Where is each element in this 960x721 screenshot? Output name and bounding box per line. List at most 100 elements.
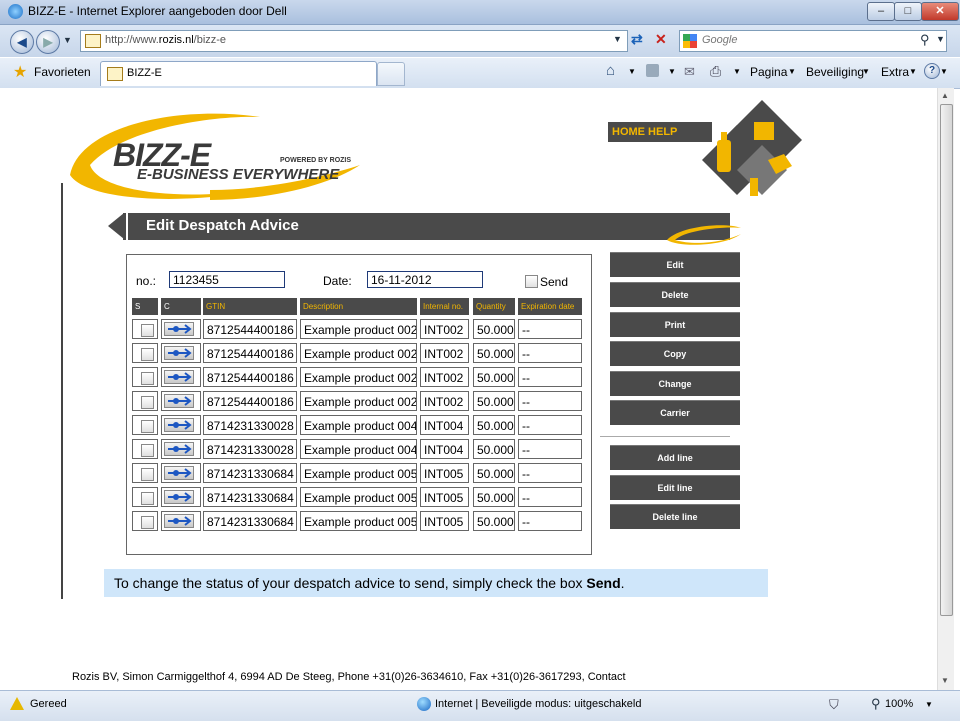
delete-button[interactable]: Delete [610,282,740,307]
header-arrow-spacer [123,213,126,240]
new-tab-button[interactable] [377,62,405,86]
extra-menu[interactable]: Extra [881,65,909,79]
row-select-checkbox[interactable] [141,372,154,385]
scroll-up-icon[interactable]: ▲ [941,91,949,100]
search-placeholder: Google [702,34,738,46]
back-button[interactable]: ◀ [10,30,34,54]
copy-button[interactable]: Copy [610,341,740,366]
search-icon[interactable]: ⚲ [920,32,930,48]
col-header-internal-no: Internal no. [420,298,469,315]
safety-menu[interactable]: Beveiliging [806,65,864,79]
row-select-checkbox[interactable] [141,516,154,529]
date-label: Date: [323,274,352,288]
send-checkbox[interactable] [525,275,538,288]
gtin-cell: 8714231330684 [203,487,297,507]
help-dropdown-icon[interactable]: ▼ [940,67,948,76]
maximize-button[interactable]: □ [894,2,922,21]
expiration-date-cell: -- [518,439,582,459]
ie-icon [8,4,23,19]
home-dropdown-icon[interactable]: ▼ [628,67,636,76]
quantity-cell: 50.000 [473,319,515,339]
arrow-icon [168,372,192,382]
quantity-cell: 50.000 [473,391,515,411]
window-title: BIZZ-E - Internet Explorer aangeboden do… [28,4,287,18]
zoom-dropdown-icon[interactable]: ▼ [925,700,933,709]
row-select-checkbox[interactable] [141,348,154,361]
internal-no-cell: INT005 [420,511,469,531]
google-icon [683,34,697,48]
row-select-checkbox[interactable] [141,468,154,481]
extra-dropdown-icon: ▼ [909,67,917,76]
row-arrow-button[interactable] [164,394,194,408]
edit-button[interactable]: Edit [610,252,740,277]
quantity-cell: 50.000 [473,439,515,459]
vertical-scrollbar[interactable]: ▲ ▼ [937,88,954,690]
row-select-checkbox[interactable] [141,444,154,457]
row-arrow-button[interactable] [164,514,194,528]
gtin-cell: 8712544400186 [203,367,297,387]
copy-cell [161,415,201,435]
row-select-checkbox[interactable] [141,324,154,337]
row-select-checkbox[interactable] [141,492,154,505]
date-input[interactable]: 16-11-2012 [367,271,483,288]
row-arrow-button[interactable] [164,442,194,456]
row-arrow-button[interactable] [164,370,194,384]
row-arrow-button[interactable] [164,346,194,360]
zoom-icon[interactable]: ⚲ [871,696,881,712]
feeds-dropdown-icon[interactable]: ▼ [668,67,676,76]
page-menu[interactable]: Pagina [750,65,787,79]
info-end: . [620,575,625,591]
favorites-star-icon: ★ [13,64,28,81]
search-dropdown-icon[interactable]: ▼ [936,34,945,44]
change-button[interactable]: Change [610,371,740,396]
refresh-icon[interactable]: ⇄ [631,31,643,48]
tab-page-icon [107,67,123,81]
logo-tagline: E-BUSINESS EVERYWHERE [137,166,340,183]
arrow-icon [168,324,192,334]
scroll-thumb[interactable] [940,104,953,616]
address-bar[interactable]: http://www.rozis.nl/bizz-e ▼ [80,30,628,52]
page-title: Edit Despatch Advice [146,217,299,234]
gtin-cell: 8712544400186 [203,343,297,363]
mail-icon[interactable]: ✉ [684,64,695,80]
search-box[interactable]: Google ⚲ ▼ [679,30,947,52]
history-dropdown-icon[interactable]: ▼ [63,35,72,45]
feeds-icon[interactable] [646,64,659,77]
info-message: To change the status of your despatch ad… [104,569,768,597]
print-dropdown-icon[interactable]: ▼ [733,67,741,76]
print-icon[interactable]: ⎙ [710,63,721,80]
description-cell: Example product 002 [300,343,417,363]
help-icon[interactable]: ? [924,63,940,79]
zoom-level[interactable]: 100% [885,698,913,710]
expiration-date-cell: -- [518,367,582,387]
close-button[interactable]: ✕ [921,2,959,21]
minimize-button[interactable]: – [867,2,895,21]
col-header-description: Description [300,298,417,315]
url-domain: rozis.nl [158,34,194,46]
description-cell: Example product 005 [300,511,417,531]
favorites-button[interactable]: Favorieten [34,65,91,79]
address-dropdown-icon[interactable]: ▼ [613,34,622,44]
forward-button[interactable]: ▶ [36,30,60,54]
row-select-checkbox[interactable] [141,420,154,433]
print-button[interactable]: Print [610,312,740,337]
row-arrow-button[interactable] [164,418,194,432]
edit-line-button[interactable]: Edit line [610,475,740,500]
quantity-cell: 50.000 [473,343,515,363]
globe-icon [417,697,431,711]
row-arrow-button[interactable] [164,466,194,480]
scroll-down-icon[interactable]: ▼ [941,676,949,685]
row-arrow-button[interactable] [164,490,194,504]
row-arrow-button[interactable] [164,322,194,336]
quantity-cell: 50.000 [473,487,515,507]
stop-icon[interactable]: ✕ [655,31,667,48]
copy-cell [161,343,201,363]
no-input[interactable]: 1123455 [169,271,285,288]
delete-line-button[interactable]: Delete line [610,504,740,529]
home-icon[interactable]: ⌂ [606,62,615,79]
row-select-checkbox[interactable] [141,396,154,409]
carrier-button[interactable]: Carrier [610,400,740,425]
tab-bizz-e[interactable]: BIZZ-E [100,61,377,86]
zone-text: Internet | Beveiligde modus: uitgeschake… [435,698,642,710]
add-line-button[interactable]: Add line [610,445,740,470]
